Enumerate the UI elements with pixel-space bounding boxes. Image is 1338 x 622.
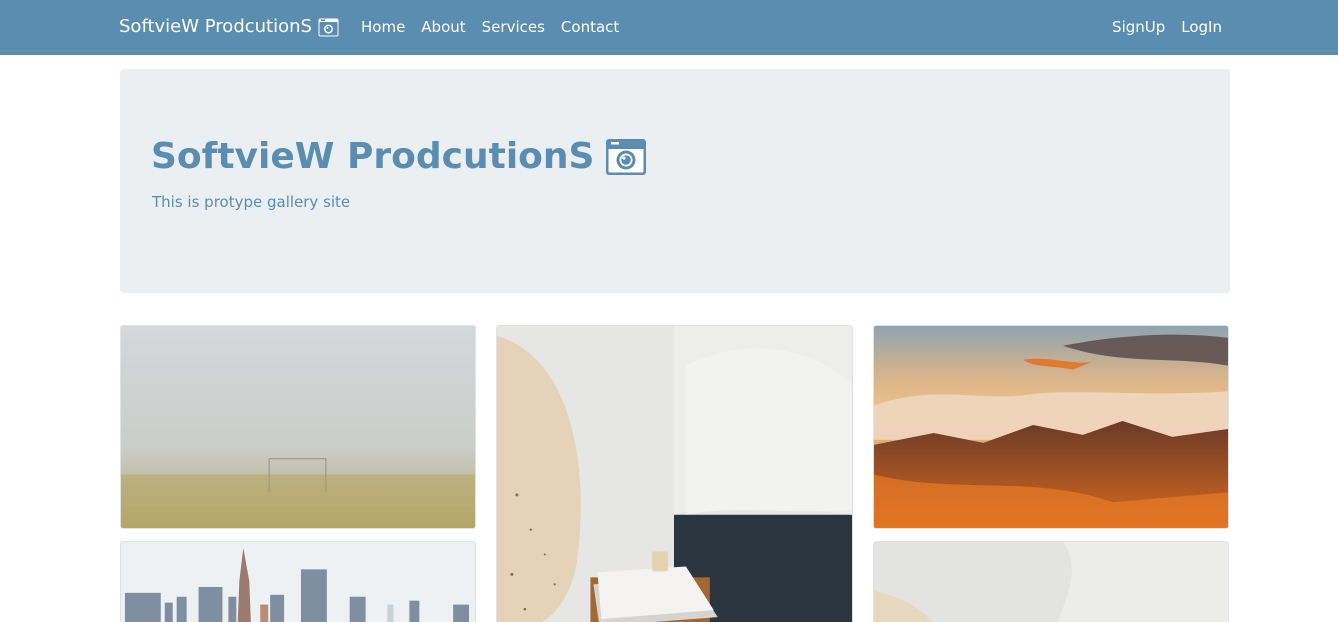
account-nav: SignUp LogIn bbox=[1112, 17, 1222, 37]
bedroom-vase-photo-2[interactable] bbox=[873, 541, 1229, 622]
hero-subtitle: This is protype gallery site bbox=[152, 193, 351, 211]
navbar: SoftvieW ProdcutionS Home About Services… bbox=[0, 0, 1338, 55]
bedroom-vase-photo[interactable] bbox=[496, 325, 853, 622]
city-skyline-photo[interactable] bbox=[120, 541, 476, 622]
mountain-sunset-photo[interactable] bbox=[873, 325, 1229, 529]
nav-about[interactable]: About bbox=[421, 17, 465, 37]
foggy-field-photo[interactable] bbox=[120, 325, 476, 529]
hero-title-text: SoftvieW ProdcutionS bbox=[151, 136, 595, 177]
primary-nav: Home About Services Contact bbox=[361, 17, 619, 37]
camera-icon bbox=[318, 18, 339, 36]
hero-jumbotron: SoftvieW ProdcutionS This is protype gal… bbox=[120, 69, 1230, 293]
brand-label: SoftvieW ProdcutionS bbox=[119, 16, 312, 37]
nav-contact[interactable]: Contact bbox=[561, 17, 619, 37]
nav-login[interactable]: LogIn bbox=[1181, 17, 1222, 37]
hero-title: SoftvieW ProdcutionS bbox=[151, 135, 647, 179]
nav-home[interactable]: Home bbox=[361, 17, 405, 37]
camera-icon bbox=[606, 139, 647, 175]
nav-signup[interactable]: SignUp bbox=[1112, 17, 1165, 37]
nav-services[interactable]: Services bbox=[482, 17, 545, 37]
brand-link[interactable]: SoftvieW ProdcutionS bbox=[119, 15, 339, 39]
